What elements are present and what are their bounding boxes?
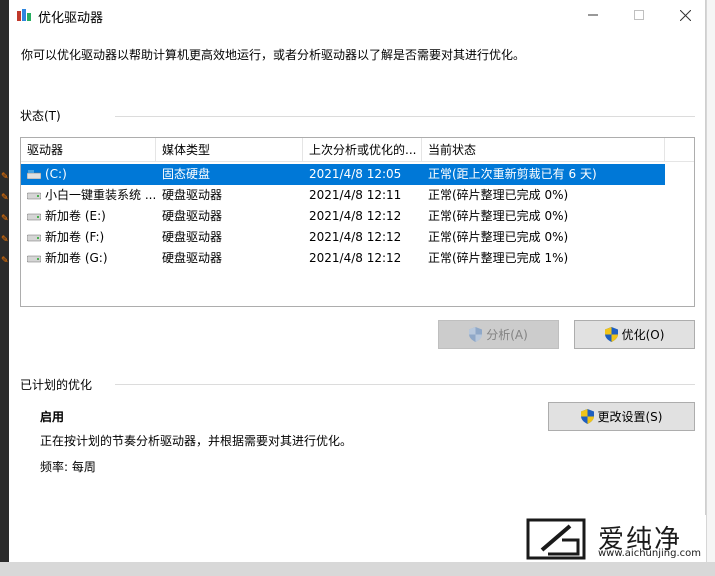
table-row[interactable]: 新加卷 (E:) 硬盘驱动器 2021/4/8 12:12 正常(碎片整理已完成… xyxy=(21,206,694,227)
title-bar[interactable]: 优化驱动器 xyxy=(9,0,706,30)
hard-drive-icon xyxy=(27,213,41,221)
analyze-button[interactable]: 分析(A) xyxy=(438,320,559,349)
hard-drive-icon xyxy=(27,255,41,263)
window-description: 你可以优化驱动器以帮助计算机更高效地运行，或者分析驱动器以了解是否需要对其进行优… xyxy=(21,48,526,62)
schedule-state: 启用 xyxy=(40,410,65,424)
media-type: 硬盘驱动器 xyxy=(162,230,223,244)
background-window-left: ✎ ✎ ✎ ✎ ✎ xyxy=(0,0,9,576)
optimize-button-label: 优化(O) xyxy=(621,328,665,342)
column-header-current-status[interactable]: 当前状态 xyxy=(422,138,665,162)
current-status: 正常(碎片整理已完成 0%) xyxy=(428,188,569,202)
table-row[interactable]: (C:) 固态硬盘 2021/4/8 12:05 正常(距上次重新剪裁已有 6 … xyxy=(21,164,665,185)
minimize-icon xyxy=(588,14,598,16)
current-status: 正常(碎片整理已完成 1%) xyxy=(428,251,569,265)
status-section-divider xyxy=(115,116,695,117)
ssd-drive-icon xyxy=(27,170,41,179)
drives-list-header: 驱动器 媒体类型 上次分析或优化的... 当前状态 xyxy=(21,138,694,162)
drive-name: (C:) xyxy=(45,167,67,181)
hard-drive-icon xyxy=(27,234,41,242)
watermark-url: www.aichunjing.com xyxy=(598,548,701,559)
background-fragment-icon: ✎ xyxy=(1,214,9,224)
drive-name: 新加卷 (F:) xyxy=(45,230,105,244)
last-run: 2021/4/8 12:05 xyxy=(309,167,402,181)
column-header-last-run[interactable]: 上次分析或优化的... xyxy=(303,138,422,162)
change-settings-button[interactable]: 更改设置(S) xyxy=(548,402,695,431)
column-header-drive[interactable]: 驱动器 xyxy=(21,138,156,162)
defrag-app-icon xyxy=(17,9,31,21)
uac-shield-icon xyxy=(580,409,594,424)
screen: ✎ ✎ ✎ ✎ ✎ 优化驱动器 你可以优化驱动器以帮助计算机更高效地运行，或者分… xyxy=(0,0,715,576)
status-section-label: 状态(T) xyxy=(20,109,61,123)
current-status: 正常(碎片整理已完成 0%) xyxy=(428,209,569,223)
last-run: 2021/4/8 12:12 xyxy=(309,209,402,223)
table-row[interactable]: 新加卷 (G:) 硬盘驱动器 2021/4/8 12:12 正常(碎片整理已完成… xyxy=(21,248,694,269)
media-type: 硬盘驱动器 xyxy=(162,251,223,265)
background-window-right xyxy=(706,0,715,576)
close-icon xyxy=(679,9,691,21)
table-row[interactable]: 小白一键重装系统 ... 硬盘驱动器 2021/4/8 12:11 正常(碎片整… xyxy=(21,185,694,206)
window-title: 优化驱动器 xyxy=(38,11,104,26)
background-fragment-icon: ✎ xyxy=(1,256,9,266)
maximize-button[interactable] xyxy=(616,0,662,30)
last-run: 2021/4/8 12:12 xyxy=(309,230,402,244)
media-type: 固态硬盘 xyxy=(162,167,211,181)
drive-name: 小白一键重装系统 ... xyxy=(45,188,155,202)
last-run: 2021/4/8 12:12 xyxy=(309,251,402,265)
uac-shield-icon xyxy=(604,327,618,342)
uac-shield-icon xyxy=(469,327,483,342)
background-fragment-icon: ✎ xyxy=(1,193,9,203)
maximize-icon xyxy=(634,10,644,20)
hard-drive-icon xyxy=(27,192,41,200)
scheduled-section-divider xyxy=(115,384,695,385)
background-taskbar xyxy=(0,562,715,576)
analyze-button-label: 分析(A) xyxy=(486,328,528,342)
optimize-drives-window: 优化驱动器 你可以优化驱动器以帮助计算机更高效地运行，或者分析驱动器以了解是否需… xyxy=(9,0,706,515)
background-fragment-icon: ✎ xyxy=(1,235,9,245)
current-status: 正常(距上次重新剪裁已有 6 天) xyxy=(428,167,597,181)
optimize-button[interactable]: 优化(O) xyxy=(574,320,695,349)
last-run: 2021/4/8 12:11 xyxy=(309,188,402,202)
media-type: 硬盘驱动器 xyxy=(162,209,223,223)
drive-name: 新加卷 (G:) xyxy=(45,251,108,265)
background-fragment-icon: ✎ xyxy=(1,172,9,182)
close-button[interactable] xyxy=(662,0,708,30)
table-row[interactable]: 新加卷 (F:) 硬盘驱动器 2021/4/8 12:12 正常(碎片整理已完成… xyxy=(21,227,694,248)
column-header-media-type[interactable]: 媒体类型 xyxy=(156,138,303,162)
drives-list[interactable]: 驱动器 媒体类型 上次分析或优化的... 当前状态 (C:) 固态硬盘 2021… xyxy=(20,137,695,307)
schedule-detail: 正在按计划的节奏分析驱动器，并根据需要对其进行优化。 xyxy=(40,434,353,448)
scheduled-section-label: 已计划的优化 xyxy=(20,378,93,392)
drive-name: 新加卷 (E:) xyxy=(45,209,106,223)
change-settings-button-label: 更改设置(S) xyxy=(597,410,663,424)
current-status: 正常(碎片整理已完成 0%) xyxy=(428,230,569,244)
schedule-frequency: 频率: 每周 xyxy=(40,460,96,474)
media-type: 硬盘驱动器 xyxy=(162,188,223,202)
minimize-button[interactable] xyxy=(570,0,616,30)
